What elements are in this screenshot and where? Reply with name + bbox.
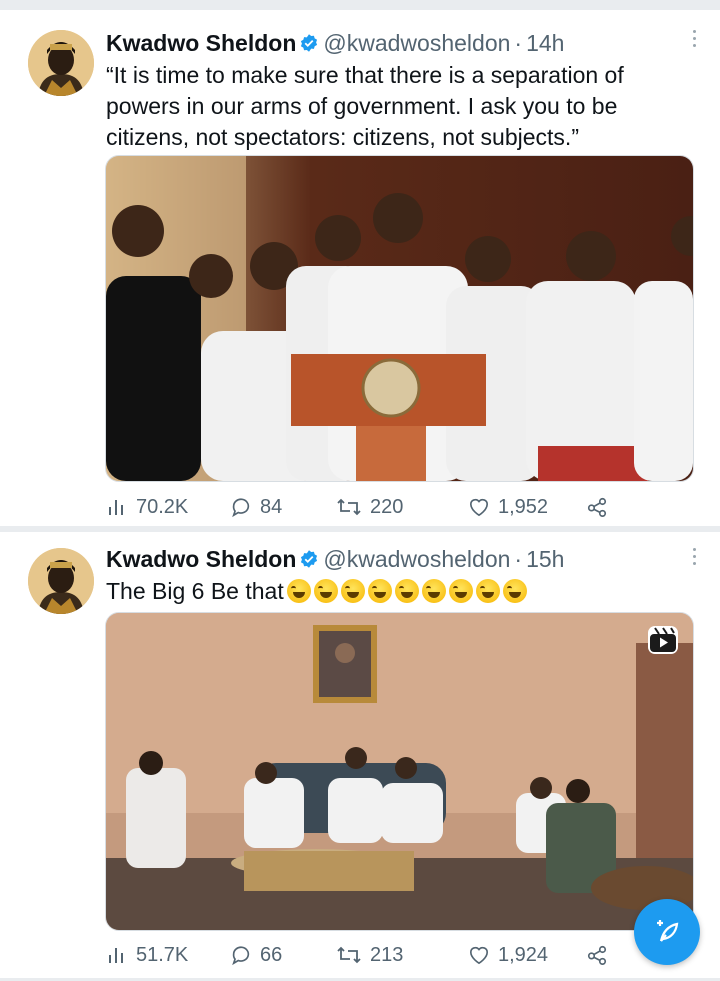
tweet[interactable]: Kwadwo Sheldon @kwadwosheldon · 15h The … xyxy=(0,532,720,978)
more-icon[interactable] xyxy=(692,548,698,568)
like-icon xyxy=(469,946,489,965)
retweet-count: 213 xyxy=(370,943,404,966)
like-button[interactable]: 1,924 xyxy=(468,941,548,969)
tweet-photo[interactable] xyxy=(105,155,694,482)
laughing-emoji-icon xyxy=(340,579,365,603)
like-count: 1,952 xyxy=(498,495,549,518)
laughing-emoji-icon xyxy=(448,579,473,603)
views-icon xyxy=(109,948,123,963)
retweet-count: 220 xyxy=(370,495,404,518)
author-name[interactable]: Kwadwo Sheldon xyxy=(106,30,296,57)
like-count: 1,924 xyxy=(498,943,549,966)
reply-icon xyxy=(232,498,250,518)
laughing-emoji-icon xyxy=(421,579,446,603)
video-thumbnail-image xyxy=(106,613,693,930)
compose-tweet-button[interactable] xyxy=(634,899,700,965)
reply-count: 84 xyxy=(260,495,283,518)
like-icon xyxy=(469,498,489,517)
views-button[interactable]: 51.7K xyxy=(106,941,188,969)
reel-icon xyxy=(648,626,678,654)
author-handle[interactable]: @kwadwosheldon xyxy=(323,30,510,57)
author-handle[interactable]: @kwadwosheldon xyxy=(323,546,510,573)
like-button[interactable]: 1,952 xyxy=(468,493,548,521)
views-icon xyxy=(109,500,123,515)
compose-icon xyxy=(657,920,679,942)
timestamp[interactable]: 15h xyxy=(526,546,564,573)
laughing-emoji-icon xyxy=(475,579,500,603)
tweet-header: Kwadwo Sheldon @kwadwosheldon · 14h xyxy=(106,28,564,58)
more-icon[interactable] xyxy=(692,30,698,50)
laughing-emoji-icon xyxy=(286,579,311,603)
share-icon xyxy=(587,945,607,965)
share-button[interactable] xyxy=(586,941,616,969)
tweet[interactable]: Kwadwo Sheldon @kwadwosheldon · 14h “It … xyxy=(0,10,720,526)
separator: · xyxy=(514,29,523,56)
views-button[interactable]: 70.2K xyxy=(106,493,188,521)
reply-count: 66 xyxy=(260,943,283,966)
separator: · xyxy=(514,545,523,572)
reply-icon xyxy=(232,946,250,966)
tweet-header: Kwadwo Sheldon @kwadwosheldon · 15h xyxy=(106,544,564,574)
views-count: 51.7K xyxy=(136,943,189,966)
retweet-button[interactable]: 213 xyxy=(336,941,403,969)
laughing-emoji-icon xyxy=(502,579,527,603)
verified-badge-icon xyxy=(301,34,318,52)
retweet-icon xyxy=(337,498,361,516)
tweet-text: The Big 6 Be that xyxy=(106,576,696,607)
group-photo-image xyxy=(106,156,693,481)
emoji-row xyxy=(284,578,527,604)
laughing-emoji-icon xyxy=(394,579,419,603)
views-count: 70.2K xyxy=(136,495,189,518)
retweet-button[interactable]: 220 xyxy=(336,493,403,521)
laughing-emoji-icon xyxy=(367,579,392,603)
laughing-emoji-icon xyxy=(313,579,338,603)
retweet-icon xyxy=(337,946,361,964)
tweet-text: “It is time to make sure that there is a… xyxy=(106,62,624,150)
author-name[interactable]: Kwadwo Sheldon xyxy=(106,546,296,573)
timestamp[interactable]: 14h xyxy=(526,30,564,57)
avatar[interactable] xyxy=(28,30,94,96)
tweet-text-content: The Big 6 Be that xyxy=(106,578,284,604)
avatar[interactable] xyxy=(28,548,94,614)
share-button[interactable] xyxy=(586,493,616,521)
tweet-video[interactable] xyxy=(105,612,694,931)
share-icon xyxy=(587,497,607,517)
reply-button[interactable]: 66 xyxy=(230,941,282,969)
reply-button[interactable]: 84 xyxy=(230,493,282,521)
verified-badge-icon xyxy=(301,550,318,568)
